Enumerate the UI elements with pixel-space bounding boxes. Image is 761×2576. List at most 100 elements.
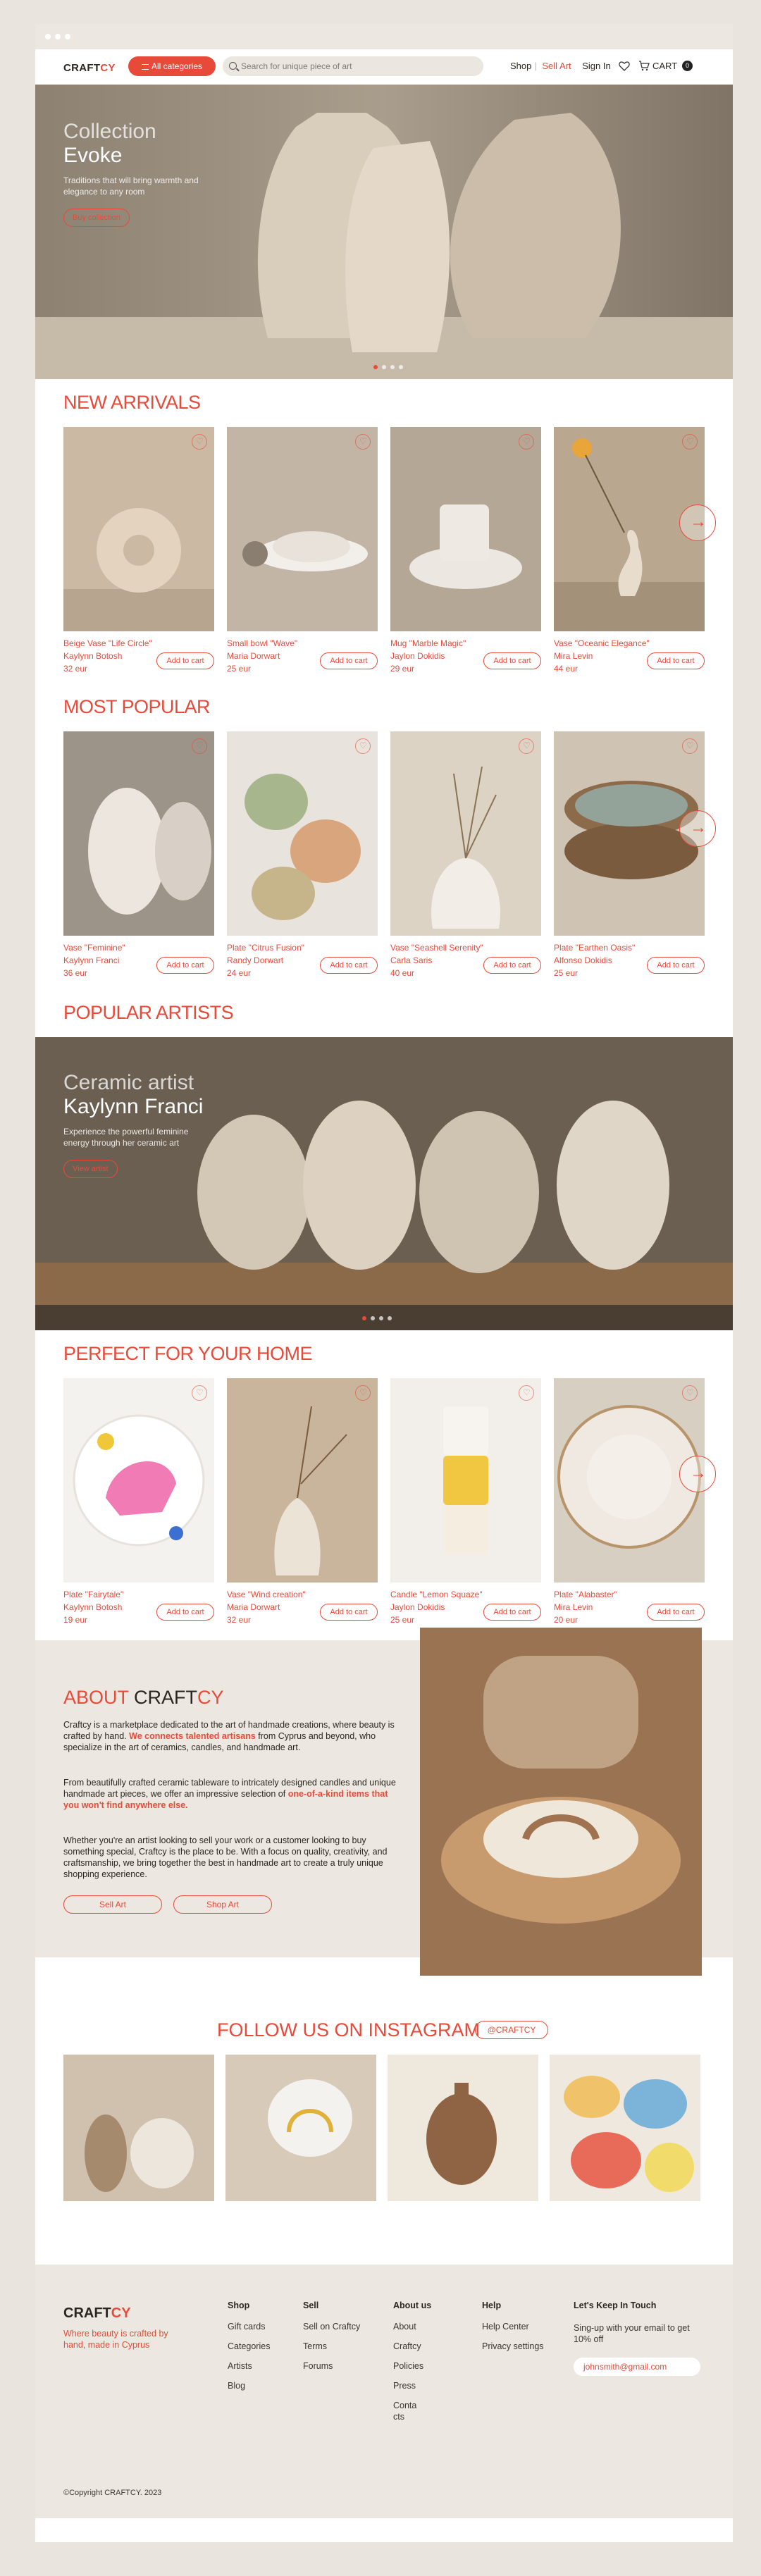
add-to-cart-button[interactable]: Add to cart	[483, 957, 541, 974]
product-name[interactable]: Vase "Feminine"	[63, 943, 125, 953]
footer-link[interactable]: Terms	[303, 2336, 360, 2356]
product-name[interactable]: Vase "Oceanic Elegance"	[554, 638, 650, 648]
hero-carousel-dots[interactable]	[373, 365, 403, 369]
product-artist[interactable]: Mira Levin	[554, 1602, 593, 1612]
product-image[interactable]	[390, 731, 541, 936]
product-name[interactable]: Plate "Citrus Fusion"	[227, 943, 304, 953]
product-image[interactable]	[390, 427, 541, 631]
product-image[interactable]	[227, 731, 378, 936]
new-arrivals-next-arrow-icon[interactable]	[679, 504, 716, 541]
footer-link[interactable]: Conta cts	[393, 2396, 443, 2422]
nav-shop[interactable]: Shop	[510, 61, 531, 71]
nav-sell-art[interactable]: Sell Art	[542, 61, 571, 71]
footer-link[interactable]: Policies	[393, 2356, 443, 2376]
product-artist[interactable]: Jaylon Dokidis	[390, 651, 445, 661]
add-to-cart-button[interactable]: Add to cart	[156, 1604, 214, 1621]
favorite-heart-icon[interactable]	[519, 434, 534, 450]
favorite-heart-icon[interactable]	[519, 1385, 534, 1401]
product-name[interactable]: Plate "Earthen Oasis"	[554, 943, 635, 953]
footer-link[interactable]: Categories	[228, 2336, 270, 2356]
footer-logo[interactable]: CRAFTCY	[63, 2305, 131, 2322]
view-artist-button[interactable]: View artist	[63, 1160, 118, 1178]
top-nav: Shop | Sell Art Sign In	[510, 61, 614, 71]
add-to-cart-button[interactable]: Add to cart	[320, 652, 378, 669]
product-artist[interactable]: Alfonso Dokidis	[554, 955, 612, 965]
product-name[interactable]: Vase "Wind creation"	[227, 1590, 306, 1599]
product-image[interactable]	[63, 731, 214, 936]
heart-icon[interactable]	[619, 61, 630, 71]
product-name[interactable]: Vase "Seashell Serenity"	[390, 943, 483, 953]
favorite-heart-icon[interactable]	[355, 434, 371, 450]
product-name[interactable]: Plate "Fairytale"	[63, 1590, 123, 1599]
artist-carousel-dots[interactable]	[362, 1316, 392, 1320]
product-artist[interactable]: Maria Dorwart	[227, 1602, 280, 1612]
product-artist[interactable]: Jaylon Dokidis	[390, 1602, 445, 1612]
nav-sign-in[interactable]: Sign In	[582, 61, 610, 71]
newsletter-email-input[interactable]: johnsmith@gmail.com	[574, 2358, 700, 2376]
favorite-heart-icon[interactable]	[355, 1385, 371, 1401]
all-categories-button[interactable]: All categories	[128, 56, 216, 76]
footer-link[interactable]: Artists	[228, 2356, 270, 2376]
instagram-handle-button[interactable]: @CRAFTCY	[475, 2021, 548, 2039]
favorite-heart-icon[interactable]	[519, 738, 534, 754]
most-popular-next-arrow-icon[interactable]	[679, 810, 716, 847]
product-artist[interactable]: Carla Saris	[390, 955, 432, 965]
about-title-brand: CRAFT	[134, 1687, 198, 1708]
favorite-heart-icon[interactable]	[192, 738, 207, 754]
footer-link[interactable]: Gift cards	[228, 2317, 270, 2336]
footer-link[interactable]: Sell on Craftcy	[303, 2317, 360, 2336]
cart-label[interactable]: CART	[652, 61, 677, 71]
add-to-cart-button[interactable]: Add to cart	[647, 652, 705, 669]
favorite-heart-icon[interactable]	[682, 1385, 698, 1401]
footer-link[interactable]: Press	[393, 2376, 443, 2396]
product-artist[interactable]: Kaylynn Botosh	[63, 1602, 122, 1612]
instagram-photo-3[interactable]	[388, 2055, 538, 2201]
product-image[interactable]	[63, 1378, 214, 1583]
product-image[interactable]	[227, 1378, 378, 1583]
add-to-cart-button[interactable]: Add to cart	[483, 1604, 541, 1621]
add-to-cart-button[interactable]: Add to cart	[320, 957, 378, 974]
footer-link[interactable]: Privacy settings	[482, 2336, 544, 2356]
favorite-heart-icon[interactable]	[192, 1385, 207, 1401]
product-artist[interactable]: Kaylynn Botosh	[63, 651, 122, 661]
product-artist[interactable]: Randy Dorwart	[227, 955, 283, 965]
add-to-cart-button[interactable]: Add to cart	[647, 957, 705, 974]
footer-link[interactable]: Help Center	[482, 2317, 544, 2336]
product-name[interactable]: Small bowl "Wave"	[227, 638, 297, 648]
footer-link[interactable]: About Craftcy	[393, 2317, 443, 2356]
favorite-heart-icon[interactable]	[192, 434, 207, 450]
new-arrivals-grid: Beige Vase "Life Circle" Kaylynn Botosh 32…	[63, 427, 705, 681]
instagram-photo-4[interactable]	[550, 2055, 700, 2201]
product-name[interactable]: Plate "Alabaster"	[554, 1590, 617, 1599]
instagram-photo-1[interactable]	[63, 2055, 214, 2201]
search-input[interactable]: Search for unique piece of art	[223, 56, 483, 76]
favorite-heart-icon[interactable]	[682, 738, 698, 754]
cart-icon[interactable]	[638, 61, 650, 71]
footer-link[interactable]: Blog	[228, 2376, 270, 2396]
product-name[interactable]: Mug "Marble Magic"	[390, 638, 466, 648]
product-image[interactable]	[63, 427, 214, 631]
buy-collection-button[interactable]: Buy collection	[63, 209, 130, 227]
favorite-heart-icon[interactable]	[355, 738, 371, 754]
footer-col-touch: Let's Keep In Touch	[574, 2298, 656, 2317]
add-to-cart-button[interactable]: Add to cart	[320, 1604, 378, 1621]
add-to-cart-button[interactable]: Add to cart	[156, 957, 214, 974]
footer-link[interactable]: Forums	[303, 2356, 360, 2376]
product-name[interactable]: Beige Vase "Life Circle"	[63, 638, 152, 648]
product-image[interactable]	[390, 1378, 541, 1583]
instagram-photo-2[interactable]	[225, 2055, 376, 2201]
product-artist[interactable]: Maria Dorwart	[227, 651, 280, 661]
add-to-cart-button[interactable]: Add to cart	[156, 652, 214, 669]
shop-art-button[interactable]: Shop Art	[173, 1895, 272, 1914]
perfect-home-next-arrow-icon[interactable]	[679, 1456, 716, 1492]
product-image[interactable]	[227, 427, 378, 631]
instagram-title: FOLLOW US ON INSTAGRAM	[217, 2019, 481, 2041]
sell-art-button[interactable]: Sell Art	[63, 1895, 162, 1914]
product-artist[interactable]: Kaylynn Franci	[63, 955, 119, 965]
favorite-heart-icon[interactable]	[682, 434, 698, 450]
add-to-cart-button[interactable]: Add to cart	[647, 1604, 705, 1621]
add-to-cart-button[interactable]: Add to cart	[483, 652, 541, 669]
logo[interactable]: CRAFTCY	[63, 62, 116, 74]
product-artist[interactable]: Mira Levin	[554, 651, 593, 661]
product-name[interactable]: Candle "Lemon Squaze"	[390, 1590, 483, 1599]
